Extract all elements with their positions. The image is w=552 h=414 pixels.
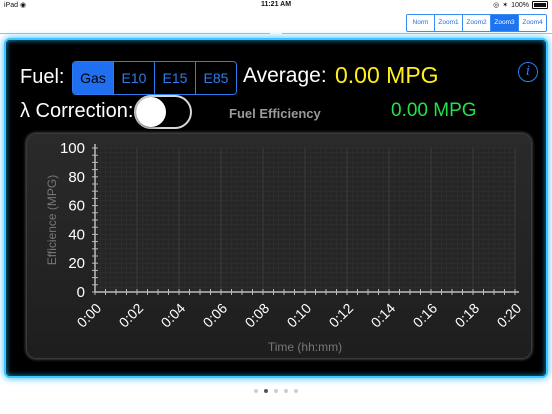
x-tick-label: 0:12	[326, 300, 357, 331]
y-tick-label: 20	[68, 255, 85, 272]
zoom-button-zoom1[interactable]: Zoom1	[435, 15, 463, 31]
average-value: 0.00 MPG	[335, 62, 439, 88]
x-tick-label: 0:04	[158, 300, 189, 331]
clock: 11:21 AM	[260, 1, 292, 8]
zoom-button-zoom3[interactable]: Zoom3	[491, 15, 519, 31]
zoom-button-zoom2[interactable]: Zoom2	[463, 15, 491, 31]
y-axis-label: Efficience (MPG)	[45, 175, 59, 265]
fuel-option-e10[interactable]: E10	[114, 62, 155, 94]
x-tick-label: 0:18	[452, 300, 483, 331]
fuel-option-gas[interactable]: Gas	[73, 62, 114, 94]
divider	[0, 33, 270, 34]
efficiency-chart: 0 20 40 60 80 100 0:00 0:02 0:04 0:06 0:08 0:10 0:12…	[45, 140, 525, 354]
location-icon: ◎	[493, 2, 500, 9]
x-axis-label: Time (hh:mm)	[268, 340, 342, 354]
efficiency-value: 0.00 MPG	[391, 100, 477, 121]
y-tick-label: 40	[68, 226, 85, 243]
page-indicator[interactable]	[0, 389, 552, 393]
chart-title: Fuel Efficiency	[229, 106, 321, 121]
y-tick-label: 60	[68, 198, 85, 215]
x-tick-label: 0:02	[116, 300, 147, 331]
fuel-label: Fuel:	[20, 66, 65, 88]
fuel-type-segmented-control: Gas E10 E15 E85	[72, 61, 237, 95]
x-tick-label: 0:16	[410, 300, 441, 331]
battery-percent: 100%	[511, 1, 529, 9]
status-right: ◎ ✶ 100%	[493, 1, 548, 9]
average-label: Average:	[243, 64, 327, 87]
main-panel: Fuel: Gas E10 E15 E85 Average: 0.00 MPG i λ…	[4, 38, 548, 378]
x-tick-label: 0:08	[242, 300, 273, 331]
page-dot[interactable]	[254, 389, 258, 393]
status-bar: iPad ◉ 11:21 AM ◎ ✶ 100%	[0, 0, 552, 12]
page-dot[interactable]	[264, 389, 268, 393]
bluetooth-icon: ✶	[502, 2, 509, 9]
battery-icon	[532, 1, 548, 9]
lambda-correction-toggle[interactable]	[134, 95, 192, 129]
chart-panel: 0 20 40 60 80 100 0:00 0:02 0:04 0:06 0:08 0:10 0:12…	[26, 133, 532, 359]
lambda-correction-label: λ Correction:	[20, 100, 134, 122]
y-tick-label: 0	[77, 284, 85, 301]
toggle-knob	[136, 97, 166, 127]
x-tick-label: 0:06	[200, 300, 231, 331]
zoom-button-zoom4[interactable]: Zoom4	[519, 15, 546, 31]
fuel-option-e15[interactable]: E15	[155, 62, 196, 94]
fuel-option-e85[interactable]: E85	[196, 62, 236, 94]
page-dot[interactable]	[274, 389, 278, 393]
zoom-segmented-control: Norm Zoom1 Zoom2 Zoom3 Zoom4	[406, 14, 547, 32]
zoom-button-norm[interactable]: Norm	[407, 15, 435, 31]
page-dot[interactable]	[284, 389, 288, 393]
x-tick-label: 0:10	[284, 300, 315, 331]
info-icon[interactable]: i	[518, 62, 538, 82]
x-tick-label: 0:14	[368, 300, 399, 331]
x-tick-label: 0:20	[494, 300, 525, 331]
page-dot[interactable]	[294, 389, 298, 393]
y-tick-label: 100	[60, 140, 85, 157]
x-tick-label: 0:00	[74, 300, 105, 331]
y-tick-label: 80	[68, 169, 85, 186]
divider	[282, 33, 552, 34]
